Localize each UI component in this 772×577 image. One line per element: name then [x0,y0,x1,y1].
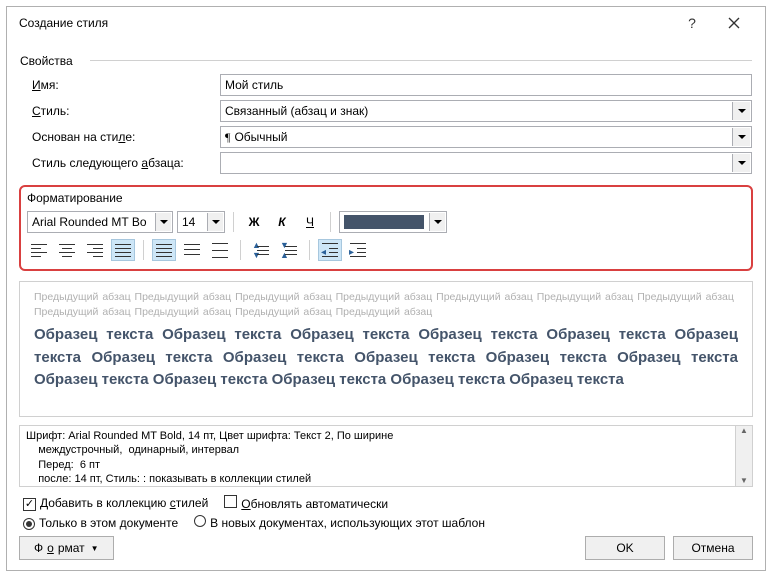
cancel-button[interactable]: Отмена [673,536,753,560]
dialog-footer: Формат▼ OK Отмена [19,536,753,560]
align-right-button[interactable] [83,239,107,261]
bold-button[interactable]: Ж [242,211,266,233]
spacing-single-button[interactable] [152,239,176,261]
previous-paragraph-text: Предыдущий абзац Предыдущий абзац Предыд… [34,290,738,320]
space-before-inc-icon: ▲▼ [253,243,269,257]
spacing-15-button[interactable] [180,239,204,261]
new-docs-template-radio[interactable]: В новых документах, использующих этот ша… [194,515,485,530]
dialog-title: Создание стиля [19,16,671,30]
name-input[interactable]: Мой стиль [220,74,752,96]
spacing-1-icon [156,244,172,256]
create-style-dialog: Создание стиля ? Свойства Имя: Мой стиль… [6,6,766,571]
spacing-2-icon [212,243,228,257]
titlebar: Создание стиля ? [7,7,765,39]
ok-button[interactable]: OK [585,536,665,560]
align-center-button[interactable] [55,239,79,261]
format-button[interactable]: Формат▼ [19,536,114,560]
description-scrollbar[interactable]: ▲▼ [735,426,752,486]
font-color-select[interactable] [339,211,447,233]
next-style-label: Стиль следующего абзаца: [20,156,220,170]
align-justify-button[interactable] [111,239,135,261]
style-type-select[interactable]: Связанный (абзац и знак) [220,100,752,122]
font-size-select[interactable]: 14 [177,211,225,233]
align-center-icon [59,244,75,256]
spacing-15-icon [184,244,200,257]
style-description: Шрифт: Arial Rounded MT Bold, 14 пт, Цве… [19,425,753,487]
sample-text: Образец текста Образец текста Образец те… [34,324,738,392]
based-on-select[interactable]: Обычный [220,126,752,148]
add-to-gallery-checkbox[interactable]: ✓Добавить в коллекцию стилей [23,496,208,511]
only-this-doc-radio[interactable]: Только в этом документе [23,516,178,530]
formatting-group: Форматирование Arial Rounded MT Bo 14 Ж … [19,185,753,271]
properties-legend: Свойства [20,54,752,70]
italic-button[interactable]: К [270,211,294,233]
close-button[interactable] [713,9,755,37]
indent-increase-button[interactable]: ▸ [346,239,370,261]
align-justify-icon [115,244,131,256]
font-family-select[interactable]: Arial Rounded MT Bo [27,211,173,233]
align-right-icon [87,244,103,256]
style-type-label: Стиль: [20,104,220,118]
help-button[interactable]: ? [671,9,713,37]
auto-update-checkbox[interactable]: Обновлять автоматически [224,495,388,511]
space-before-dec-icon: ▼▲ [281,243,297,257]
color-swatch [344,215,424,229]
space-before-dec-button[interactable]: ▼▲ [277,239,301,261]
options-area: ✓Добавить в коллекцию стилей Обновлять а… [19,495,753,530]
underline-button[interactable]: Ч [298,211,322,233]
preview-pane: Предыдущий абзац Предыдущий абзац Предыд… [19,281,753,417]
space-before-inc-button[interactable]: ▲▼ [249,239,273,261]
spacing-double-button[interactable] [208,239,232,261]
next-style-select[interactable] [220,152,752,174]
indent-decrease-button[interactable]: ◂ [318,239,342,261]
close-icon [728,17,740,29]
name-label: Имя: [20,78,220,92]
formatting-legend: Форматирование [27,191,745,205]
properties-group: Свойства Имя: Мой стиль Стиль: Связанный… [19,49,753,179]
align-left-icon [31,244,47,256]
based-on-label: Основан на стиле: [20,130,220,144]
indent-inc-icon: ▸ [350,243,366,257]
align-left-button[interactable] [27,239,51,261]
indent-dec-icon: ◂ [322,243,338,257]
